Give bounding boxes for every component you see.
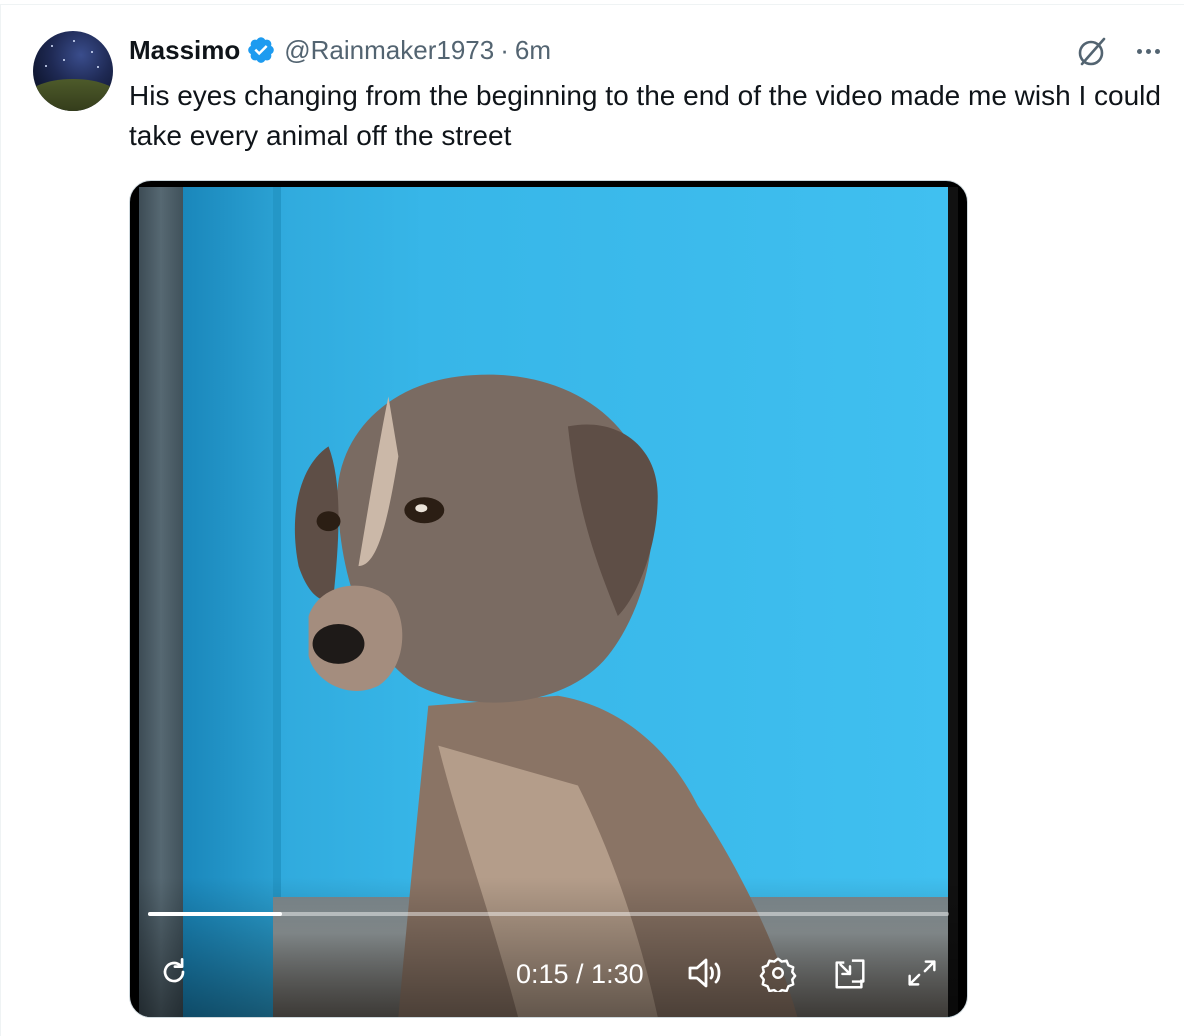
fullscreen-icon[interactable] (902, 954, 942, 992)
picture-in-picture-icon[interactable] (830, 954, 870, 992)
timestamp[interactable]: 6m (515, 35, 551, 66)
video-player[interactable]: 0:15 / 1:30 (129, 180, 968, 1018)
replay-icon[interactable] (154, 952, 194, 992)
progress-bar[interactable] (148, 912, 949, 916)
separator-dot: · (500, 34, 509, 65)
tweet-text: His eyes changing from the beginning to … (129, 80, 1161, 151)
avatar[interactable] (33, 31, 113, 111)
tweet-page: Massimo @Rainmaker1973 · 6m His eyes cha… (0, 0, 1184, 1036)
tweet-header: Massimo @Rainmaker1973 · 6m (129, 32, 551, 68)
author-handle[interactable]: @Rainmaker1973 (284, 35, 494, 66)
left-divider (0, 4, 1, 1036)
settings-icon[interactable] (758, 954, 798, 992)
controls-overlay (130, 877, 967, 1017)
progress-fill (148, 912, 282, 916)
verified-badge-icon[interactable] (246, 35, 276, 65)
grok-icon[interactable] (1074, 34, 1110, 70)
display-name[interactable]: Massimo (129, 35, 240, 66)
more-icon[interactable] (1128, 38, 1168, 64)
video-time: 0:15 / 1:30 (516, 958, 644, 989)
top-divider (0, 4, 1184, 5)
volume-icon[interactable] (685, 954, 725, 992)
